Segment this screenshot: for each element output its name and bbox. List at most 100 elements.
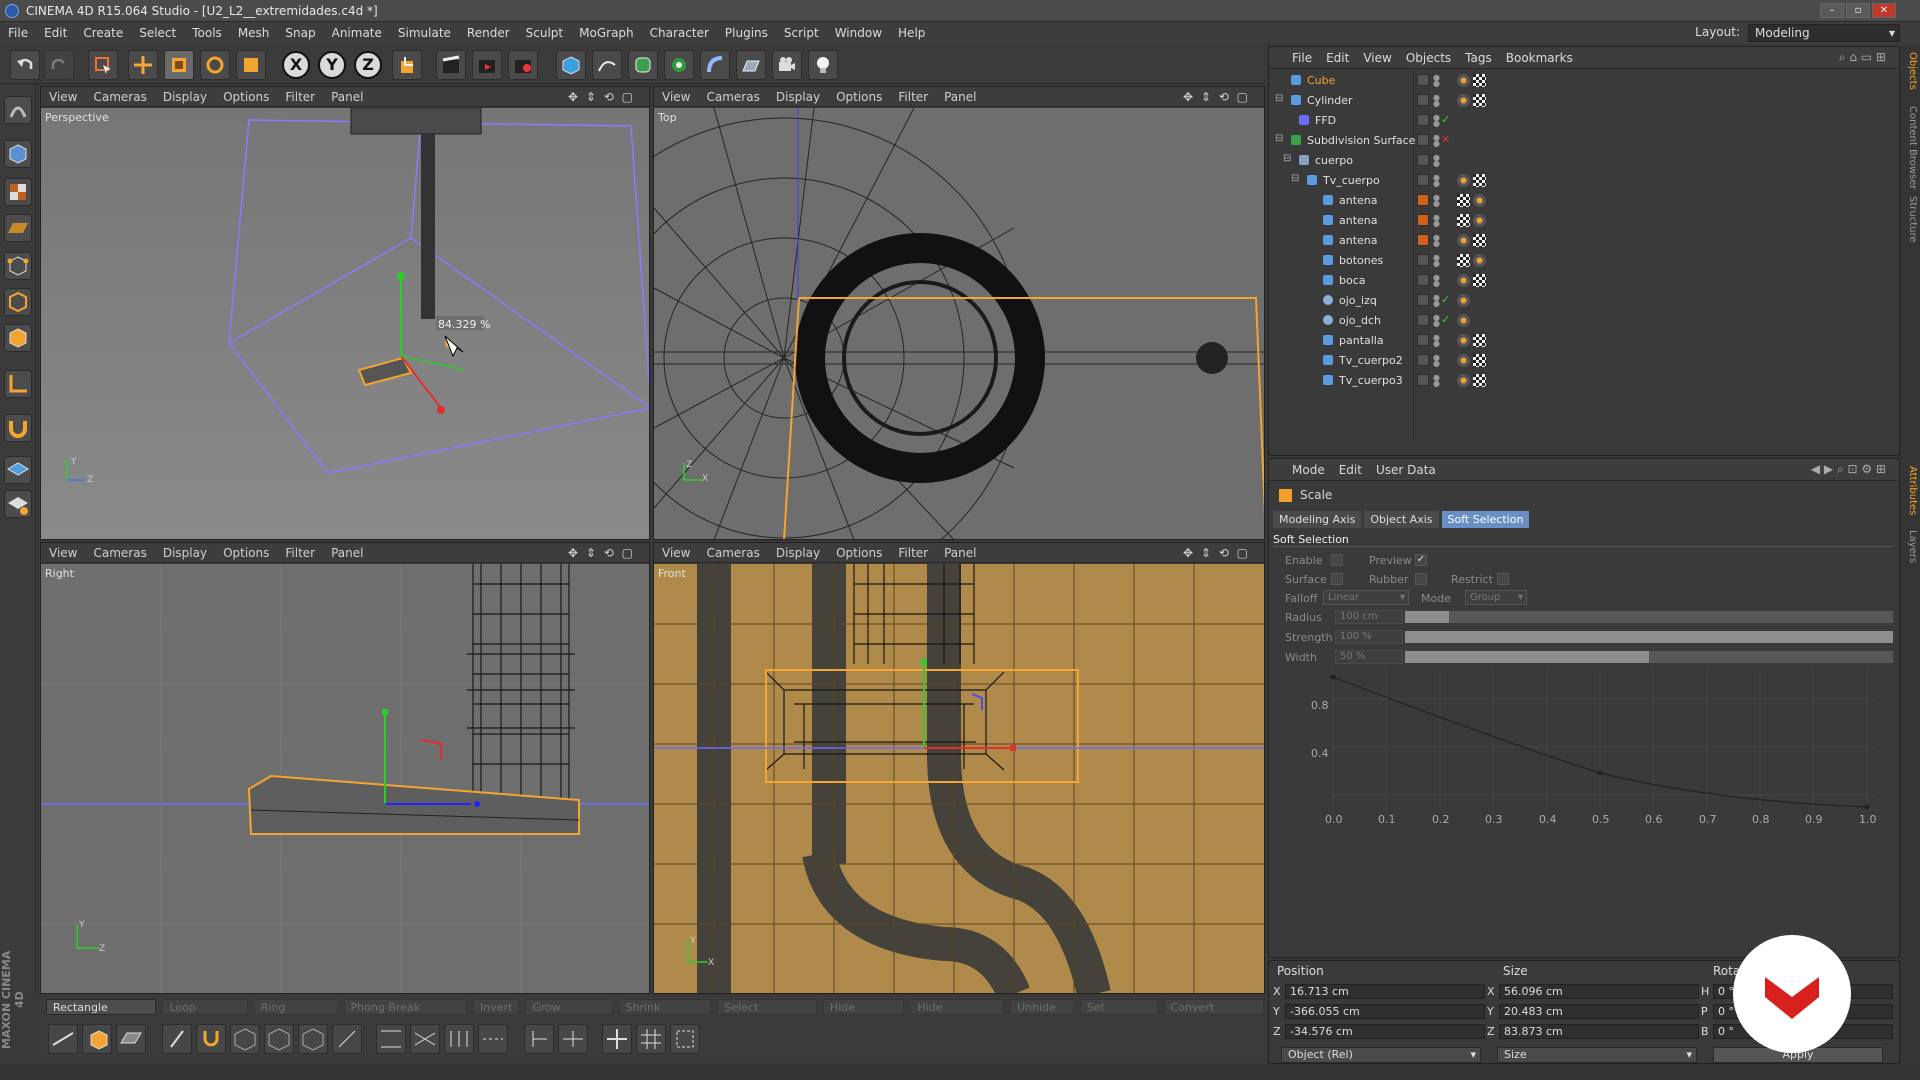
size-mode-dropdown[interactable]: Size ▾	[1497, 1047, 1697, 1063]
redo-button[interactable]	[44, 50, 74, 80]
workplane-lock-button[interactable]	[4, 456, 32, 484]
object-row-cube[interactable]: Cube ● ●	[1269, 71, 1869, 91]
texture-tag-icon[interactable]	[1473, 334, 1486, 347]
enable-checkbox[interactable]	[1331, 554, 1343, 566]
phong-tag-icon[interactable]	[1457, 74, 1470, 87]
object-row-tv-cuerpo[interactable]: ⊟ Tv_cuerpo ● ●	[1269, 171, 1869, 191]
editor-visibility-toggle[interactable]	[1417, 254, 1429, 266]
set-point-value-button[interactable]	[524, 1024, 554, 1054]
texture-mode-button[interactable]	[4, 178, 32, 206]
viewport-nav-icons[interactable]: ✥ ⇕ ⟲ ▢	[560, 546, 643, 560]
knife-tool-button[interactable]	[48, 1024, 78, 1054]
strength-slider[interactable]	[1405, 631, 1893, 643]
object-row-antena[interactable]: antena ● ●	[1269, 191, 1869, 211]
editor-visibility-toggle[interactable]	[1417, 114, 1429, 126]
mode-select[interactable]: Group ▾	[1465, 590, 1527, 605]
phong-tag-icon[interactable]	[1457, 174, 1470, 187]
size-z-field[interactable]: 83.873 cm	[1499, 1024, 1699, 1039]
tab-layers[interactable]: Layers	[1902, 530, 1918, 563]
menu-snap[interactable]: Snap	[277, 26, 323, 40]
texture-tag-icon[interactable]	[1473, 174, 1486, 187]
falloff-select[interactable]: Linear ▾	[1323, 590, 1409, 605]
texture-tag-icon[interactable]	[1473, 354, 1486, 367]
vp-menu-options[interactable]: Options	[828, 546, 890, 560]
vp-menu-display[interactable]: Display	[155, 546, 215, 560]
vp-menu-view[interactable]: View	[41, 546, 85, 560]
am-menu-user-data[interactable]: User Data	[1369, 463, 1443, 477]
light-button[interactable]	[808, 50, 838, 80]
position-z-field[interactable]: -34.576 cm	[1285, 1024, 1485, 1039]
texture-tag-icon[interactable]	[1457, 214, 1470, 227]
layer-color-swatch[interactable]	[1417, 194, 1429, 206]
optimize-button[interactable]	[670, 1024, 700, 1054]
array-button[interactable]	[664, 50, 694, 80]
grow-selection-button[interactable]: Grow Selection	[525, 999, 613, 1030]
viewport-canvas[interactable]: Z X	[654, 107, 1264, 539]
hide-selected-button[interactable]: Hide Selected	[822, 999, 905, 1030]
size-x-field[interactable]: 56.096 cm	[1499, 984, 1699, 999]
iron-tool-button[interactable]	[478, 1024, 508, 1054]
menu-script[interactable]: Script	[776, 26, 827, 40]
vp-menu-display[interactable]: Display	[768, 546, 828, 560]
menu-simulate[interactable]: Simulate	[390, 26, 459, 40]
object-row-ojo-dch[interactable]: ojo_dch ● ● ✓	[1269, 311, 1869, 331]
render-to-picture-viewer-button[interactable]	[472, 50, 502, 80]
am-nav-icons[interactable]: ◀ ▶ ⌕ ⊡ ⚙ ⊞	[1804, 462, 1893, 477]
vp-menu-cameras[interactable]: Cameras	[85, 546, 154, 560]
floor-button[interactable]	[736, 50, 766, 80]
om-menu-bookmarks[interactable]: Bookmarks	[1499, 51, 1580, 65]
enabled-check-icon[interactable]: ✓	[1441, 313, 1450, 326]
editor-visibility-toggle[interactable]	[1417, 154, 1429, 166]
object-row-antena[interactable]: antena ● ●	[1269, 211, 1869, 231]
invert-button[interactable]: Invert	[472, 999, 520, 1015]
editor-visibility-toggle[interactable]	[1417, 314, 1429, 326]
editor-visibility-toggle[interactable]	[1417, 134, 1429, 146]
object-row-subdivision-surface[interactable]: ⊟ Subdivision Surface ● ● ✕	[1269, 131, 1869, 151]
unhide-all-button[interactable]: Unhide All	[1010, 999, 1074, 1030]
viewport-nav-icons[interactable]: ✥ ⇕ ⟲ ▢	[1175, 90, 1258, 104]
width-slider[interactable]	[1405, 651, 1893, 663]
editor-visibility-toggle[interactable]	[1417, 74, 1429, 86]
magnet-tool-button[interactable]	[196, 1024, 226, 1054]
menu-plugins[interactable]: Plugins	[717, 26, 776, 40]
x-axis-lock-button[interactable]: X	[282, 51, 310, 79]
bridge-tool-button[interactable]	[264, 1024, 294, 1054]
texture-tag-icon[interactable]	[1457, 194, 1470, 207]
editor-visibility-toggle[interactable]	[1417, 274, 1429, 286]
ring-selection-button[interactable]: Ring Selection	[253, 999, 338, 1030]
maximize-button[interactable]: ▫	[1846, 3, 1870, 18]
coordinate-mode-dropdown[interactable]: Object (Rel) ▾	[1281, 1047, 1481, 1063]
phong-tag-icon[interactable]	[1457, 334, 1470, 347]
preview-checkbox[interactable]: ✓	[1415, 554, 1427, 566]
render-view-button[interactable]	[436, 50, 466, 80]
vp-menu-filter[interactable]: Filter	[277, 90, 323, 104]
menu-window[interactable]: Window	[827, 26, 890, 40]
vp-menu-view[interactable]: View	[654, 546, 698, 560]
object-row-tv-cuerpo3[interactable]: Tv_cuerpo3 ● ●	[1269, 371, 1869, 391]
am-menu-mode[interactable]: Mode	[1285, 463, 1332, 477]
coordinate-system-button[interactable]	[392, 50, 422, 80]
stitch-tool-button[interactable]	[410, 1024, 440, 1054]
vp-menu-options[interactable]: Options	[215, 546, 277, 560]
phong-tag-icon[interactable]	[1457, 374, 1470, 387]
bevel-tool-button[interactable]	[230, 1024, 260, 1054]
render-settings-button[interactable]	[508, 50, 538, 80]
rubber-checkbox[interactable]	[1415, 573, 1427, 585]
smooth-shift-button[interactable]	[636, 1024, 666, 1054]
menu-character[interactable]: Character	[642, 26, 717, 40]
model-mode-button[interactable]	[4, 140, 32, 168]
matrix-extrude-button[interactable]	[602, 1024, 632, 1054]
vp-menu-display[interactable]: Display	[155, 90, 215, 104]
viewport-perspective[interactable]: View Cameras Display Options Filter Pane…	[40, 86, 650, 540]
layer-color-swatch[interactable]	[1417, 214, 1429, 226]
tab-structure[interactable]: Structure	[1902, 196, 1918, 243]
object-row-boca[interactable]: boca ● ●	[1269, 271, 1869, 291]
live-selection-button[interactable]	[88, 50, 118, 80]
set-selection-button[interactable]: Set Selection	[1079, 999, 1158, 1030]
menu-animate[interactable]: Animate	[324, 26, 390, 40]
camera-button[interactable]	[772, 50, 802, 80]
rotate-tool-button[interactable]	[200, 50, 230, 80]
extrude-inner-button[interactable]	[116, 1024, 146, 1054]
object-row-tv-cuerpo2[interactable]: Tv_cuerpo2 ● ●	[1269, 351, 1869, 371]
phong-tag-icon[interactable]	[1473, 254, 1486, 267]
